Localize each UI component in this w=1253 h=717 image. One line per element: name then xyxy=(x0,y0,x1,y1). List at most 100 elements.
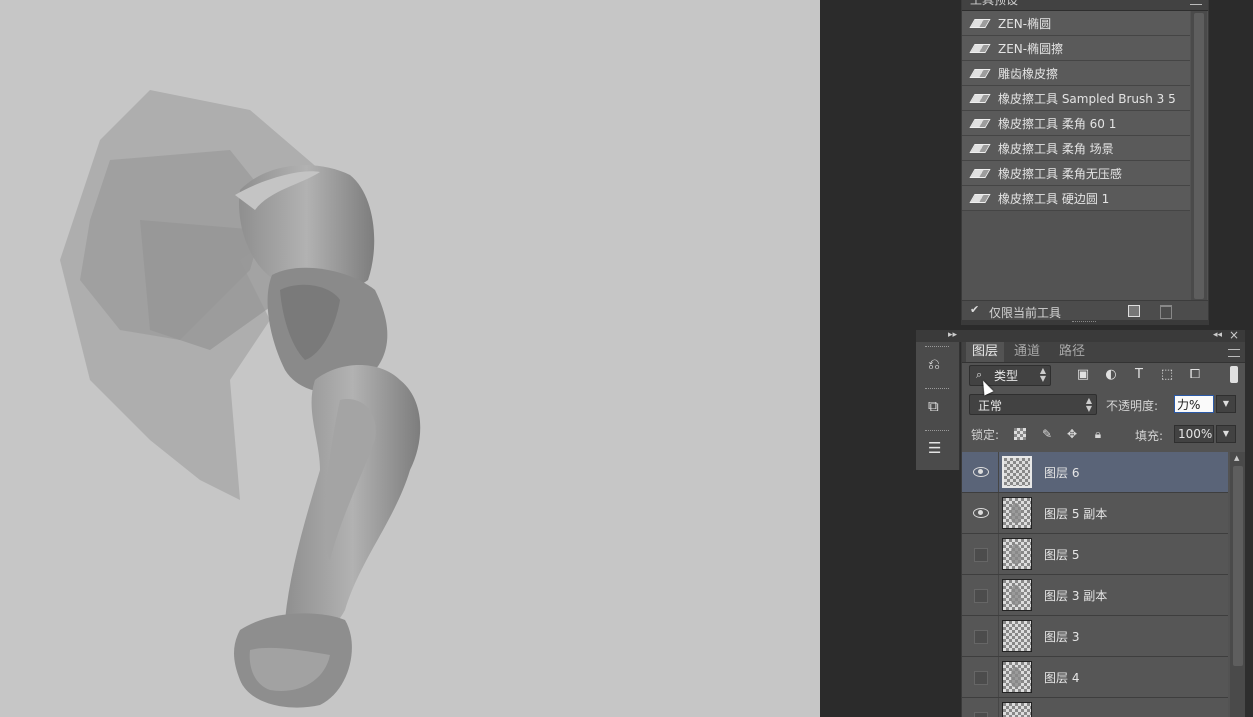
blend-mode-select[interactable]: 正常 ▲ ▼ xyxy=(969,394,1097,415)
layers-panel-topbar: ◂◂ × xyxy=(962,328,1246,342)
layer-row[interactable]: 图层 6 xyxy=(962,452,1228,493)
lock-transparency-icon[interactable] xyxy=(1014,428,1026,440)
lock-all-icon[interactable]: 🔒︎ xyxy=(1091,427,1105,441)
preset-item[interactable]: 雕齿橡皮擦 xyxy=(962,61,1190,86)
layer-filter-row: ⌕ 类型 ▲ ▼ ▣ ◐ T ⬚ ⧠ xyxy=(962,363,1246,389)
lock-position-move-icon[interactable]: ✥ xyxy=(1065,427,1079,441)
preset-label: 橡皮擦工具 柔角 60 1 xyxy=(998,116,1117,131)
expand-panels-icon[interactable]: ▸▸ xyxy=(948,330,957,340)
layer-row[interactable]: 图层 5 副本 xyxy=(962,493,1228,534)
layer-name: 图层 5 副本 xyxy=(1044,507,1108,521)
close-icon[interactable]: × xyxy=(1229,328,1239,342)
collapse-panel-icon[interactable]: ◂◂ xyxy=(1213,330,1222,340)
layers-scrollbar[interactable]: ▲ xyxy=(1230,452,1246,717)
type-filter-icon[interactable]: T xyxy=(1131,368,1147,382)
adjustments-icon: ☰ xyxy=(928,439,942,457)
visibility-toggle[interactable] xyxy=(962,657,999,697)
layer-thumbnail xyxy=(1002,702,1032,717)
preset-item[interactable]: 橡皮擦工具 柔角无压感 xyxy=(962,161,1190,186)
preset-label: ZEN-椭圆 xyxy=(998,16,1052,31)
layer-name: 图层 6 xyxy=(1044,466,1080,480)
filter-kind-value: 类型 xyxy=(994,369,1019,383)
preset-label: ZEN-椭圆擦 xyxy=(998,41,1064,56)
collapsed-panel-dock: ⎌ ⧉ ☰ xyxy=(916,342,960,470)
visibility-toggle[interactable] xyxy=(962,575,999,615)
preset-item[interactable]: ZEN-椭圆擦 xyxy=(962,36,1190,61)
panel-menu-icon[interactable] xyxy=(1228,349,1240,357)
hidden-box-icon xyxy=(974,548,988,562)
grip-icon xyxy=(1072,321,1096,324)
preset-item[interactable]: 橡皮擦工具 硬边圆 1 xyxy=(962,186,1190,211)
adjustments-panel-button[interactable]: ☰ xyxy=(921,430,953,460)
fill-input[interactable]: 100% xyxy=(1174,425,1214,443)
layer-row[interactable]: 图层 5 xyxy=(962,534,1228,575)
preset-item[interactable]: 橡皮擦工具 柔角 场景 xyxy=(962,136,1190,161)
history-panel-button[interactable]: ⎌ xyxy=(921,346,953,376)
tool-presets-title: 工具预设 xyxy=(970,0,1019,7)
visibility-toggle[interactable] xyxy=(962,493,999,533)
visibility-toggle[interactable] xyxy=(962,698,999,717)
panel-menu-icon[interactable] xyxy=(1190,0,1202,5)
scroll-up-icon[interactable]: ▲ xyxy=(1234,454,1239,462)
preset-label: 橡皮擦工具 硬边圆 1 xyxy=(998,191,1110,206)
lock-label: 锁定: xyxy=(971,428,1000,442)
eye-icon xyxy=(973,467,989,477)
shape-filter-icon[interactable]: ⬚ xyxy=(1159,368,1175,382)
window-edge xyxy=(1245,330,1253,717)
layer-thumbnail xyxy=(1002,661,1032,693)
grip-icon xyxy=(925,346,949,349)
blend-row: 正常 ▲ ▼ 不透明度: 力% ▼ xyxy=(962,392,1246,416)
document-canvas[interactable] xyxy=(0,0,820,717)
trash-icon[interactable] xyxy=(1160,305,1172,319)
layer-list: 图层 6 图层 5 副本 图层 5 图层 3 副本 图层 3 图层 4 xyxy=(962,452,1228,717)
preset-item[interactable]: 橡皮擦工具 Sampled Brush 3 5 xyxy=(962,86,1190,111)
dock-header[interactable]: ▸▸ xyxy=(916,330,961,342)
tab-channels[interactable]: 通道 xyxy=(1008,342,1046,362)
3d-icon: ⧉ xyxy=(928,397,939,415)
image-filter-icon[interactable]: ▣ xyxy=(1075,368,1091,382)
opacity-dropdown-button[interactable]: ▼ xyxy=(1216,395,1236,413)
layer-row[interactable]: 图层 3 xyxy=(962,616,1228,657)
opacity-input[interactable]: 力% xyxy=(1174,395,1214,413)
filter-toggle[interactable] xyxy=(1230,366,1238,383)
fill-dropdown-button[interactable]: ▼ xyxy=(1216,425,1236,443)
lock-pixels-brush-icon[interactable]: ✎ xyxy=(1040,427,1054,441)
grip-icon xyxy=(925,430,949,433)
hidden-box-icon xyxy=(974,630,988,644)
presets-scrollbar[interactable] xyxy=(1191,11,1207,301)
new-preset-icon[interactable] xyxy=(1128,305,1140,317)
layer-row[interactable]: 图层 4 xyxy=(962,657,1228,698)
layer-thumbnail xyxy=(1002,620,1032,652)
current-tool-only-checkbox[interactable]: ✔ xyxy=(970,304,982,316)
tab-layers[interactable]: 图层 xyxy=(966,342,1005,362)
layer-row[interactable]: 图层 3 副本 xyxy=(962,575,1228,616)
tab-paths[interactable]: 路径 xyxy=(1053,342,1091,362)
visibility-toggle[interactable] xyxy=(962,452,999,492)
visibility-toggle[interactable] xyxy=(962,534,999,574)
tool-presets-footer: ✔ 仅限当前工具 xyxy=(962,300,1208,321)
smart-object-filter-icon[interactable]: ⧠ xyxy=(1187,368,1203,382)
layer-name: 图层 4 xyxy=(1044,671,1080,685)
hidden-box-icon xyxy=(974,589,988,603)
layer-row[interactable] xyxy=(962,698,1228,717)
lock-row: 锁定: ✎ ✥ 🔒︎ 填充: 100% ▼ xyxy=(962,422,1246,446)
eraser-icon xyxy=(970,118,988,128)
preset-label: 橡皮擦工具 柔角无压感 xyxy=(998,166,1122,181)
adjustment-filter-icon[interactable]: ◐ xyxy=(1103,368,1119,382)
presets-scroll-thumb[interactable] xyxy=(1194,13,1204,299)
blend-mode-value: 正常 xyxy=(978,399,1003,413)
eraser-icon xyxy=(970,18,988,28)
3d-panel-button[interactable]: ⧉ xyxy=(921,388,953,418)
panel-resize-handle[interactable] xyxy=(962,320,1208,325)
tool-presets-title-bar: 工具预设 xyxy=(962,0,1208,11)
search-icon: ⌕ xyxy=(976,368,983,381)
preset-item[interactable]: ZEN-椭圆 xyxy=(962,11,1190,36)
preset-label: 橡皮擦工具 柔角 场景 xyxy=(998,141,1114,156)
eraser-icon xyxy=(970,143,988,153)
history-icon: ⎌ xyxy=(928,355,941,373)
preset-item[interactable]: 橡皮擦工具 柔角 60 1 xyxy=(962,111,1190,136)
layers-scroll-thumb[interactable] xyxy=(1233,466,1243,666)
preset-label: 橡皮擦工具 Sampled Brush 3 5 xyxy=(998,91,1176,106)
visibility-toggle[interactable] xyxy=(962,616,999,656)
updown-arrows-icon: ▲ ▼ xyxy=(1039,366,1046,383)
